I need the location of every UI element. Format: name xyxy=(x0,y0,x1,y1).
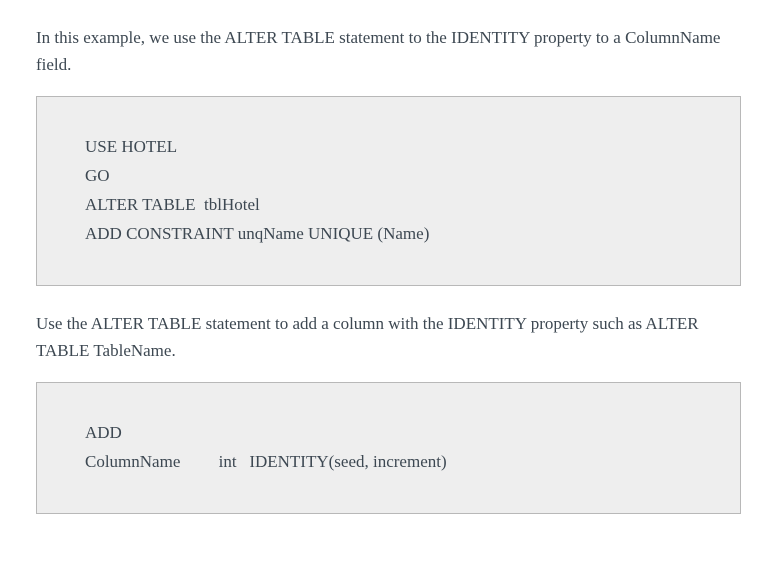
code-block-2: ADD ColumnName int IDENTITY(seed, increm… xyxy=(36,382,741,514)
intro-paragraph-2: Use the ALTER TABLE statement to add a c… xyxy=(36,310,741,364)
intro-paragraph-1: In this example, we use the ALTER TABLE … xyxy=(36,24,741,78)
code-block-1: USE HOTEL GO ALTER TABLE tblHotel ADD CO… xyxy=(36,96,741,286)
